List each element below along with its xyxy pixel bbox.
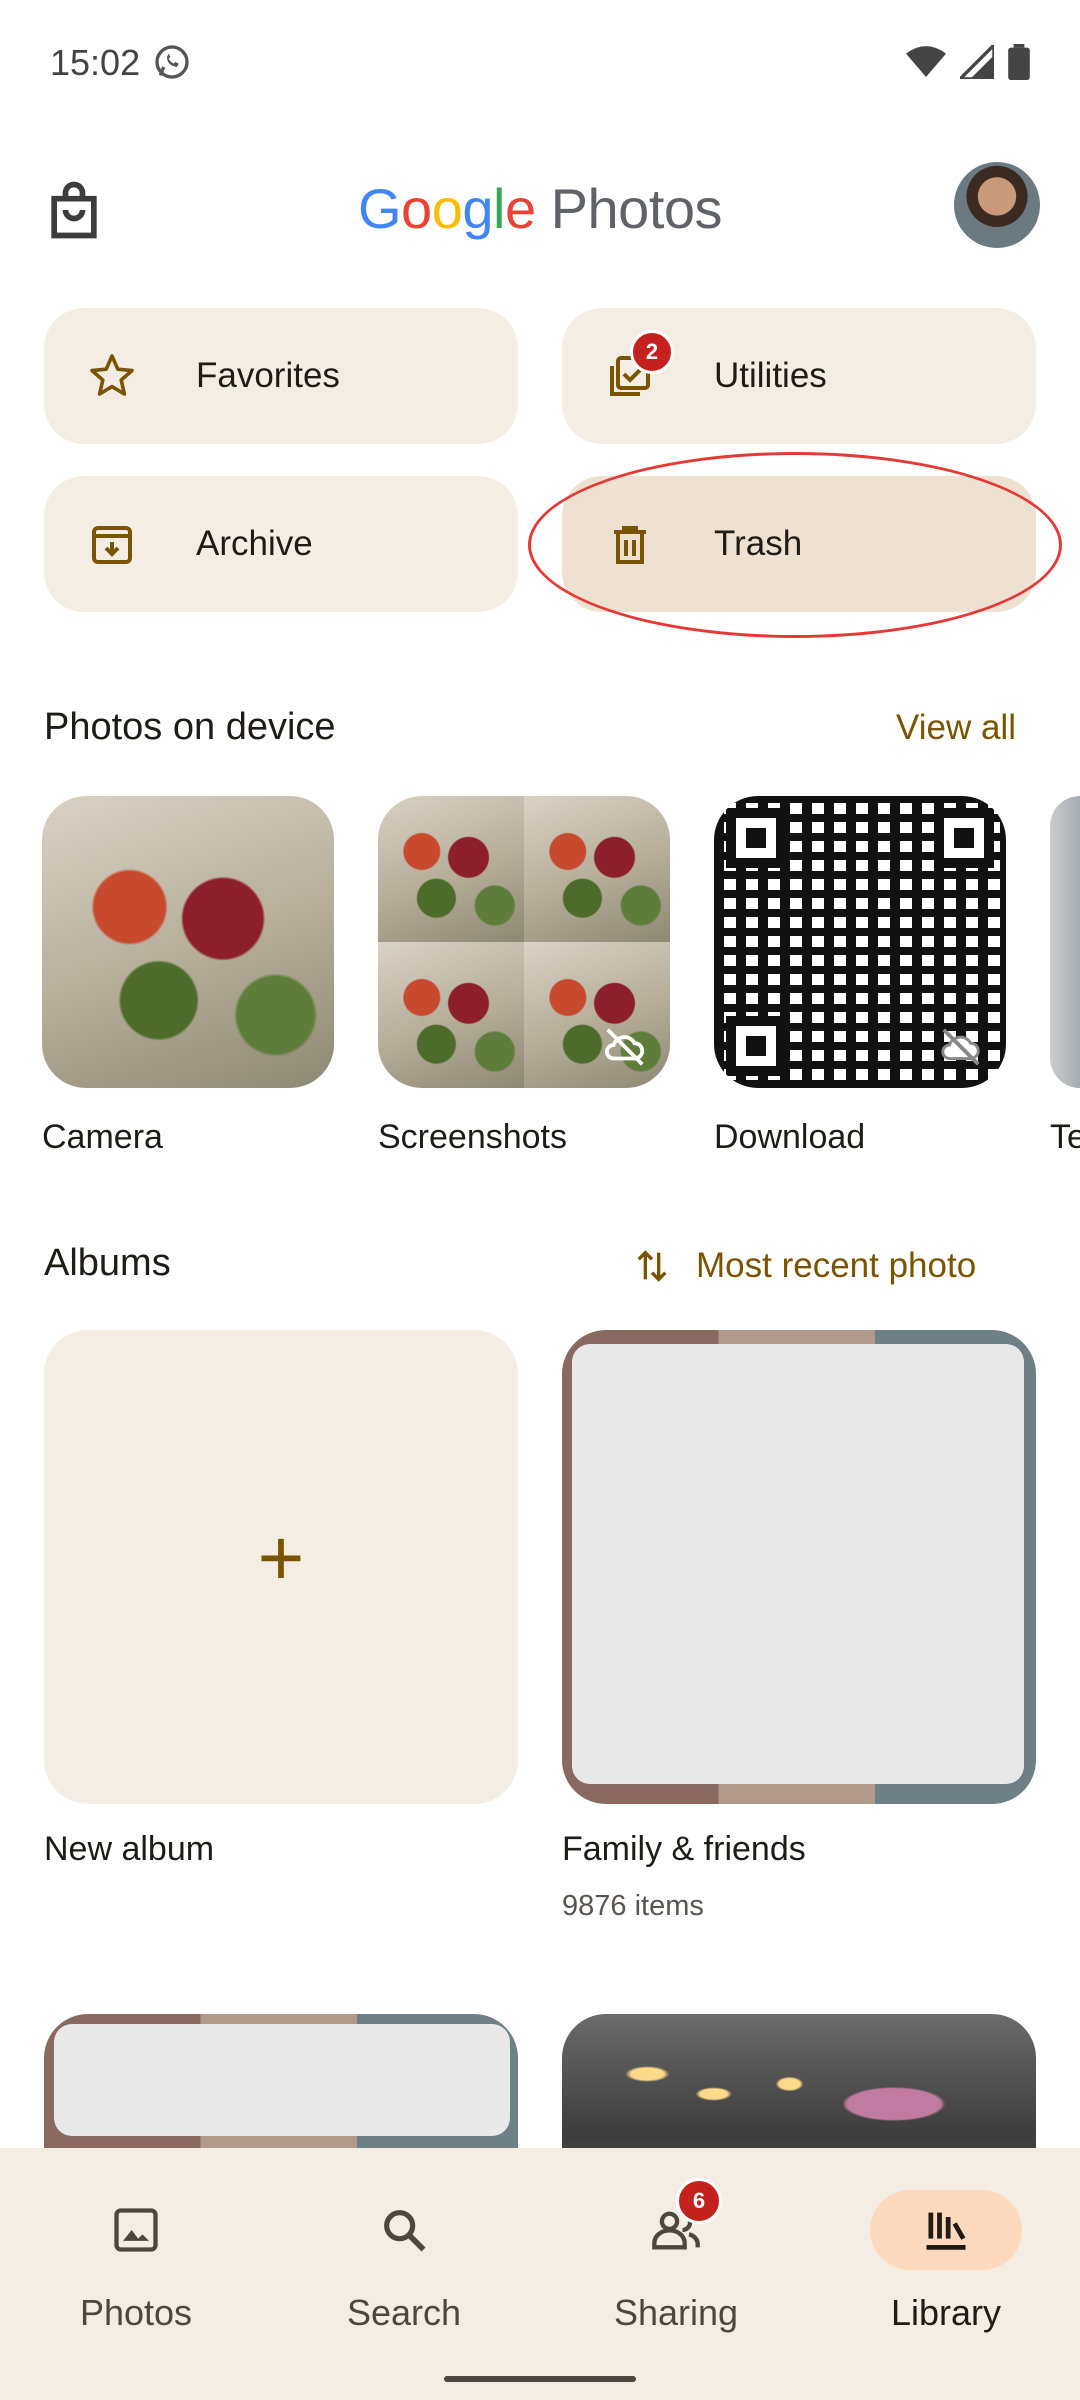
folder-screenshots-thumb[interactable] xyxy=(378,796,670,1088)
view-all-button[interactable]: View all xyxy=(896,708,1016,748)
star-icon xyxy=(90,354,134,396)
logo-letter: g xyxy=(462,177,493,240)
library-icon xyxy=(926,2212,966,2250)
home-indicator xyxy=(444,2376,636,2382)
favorites-button[interactable]: Favorites xyxy=(44,308,518,444)
sort-button[interactable]: Most recent photo xyxy=(632,1236,976,1296)
logo-product: Photos xyxy=(550,177,723,240)
plus-icon: + xyxy=(257,1513,305,1602)
archive-label: Archive xyxy=(196,524,313,563)
sort-label: Most recent photo xyxy=(696,1246,977,1285)
archive-icon xyxy=(92,526,132,564)
device-section-title: Photos on device xyxy=(44,706,336,748)
app-logo: Google Photos xyxy=(0,176,1080,241)
thumb-quad xyxy=(378,942,524,1088)
folder-screenshots-label: Screenshots xyxy=(378,1118,567,1156)
status-icons xyxy=(906,44,1030,80)
app-bar: Google Photos xyxy=(0,150,1080,270)
nav-library[interactable]: Library xyxy=(836,2168,1056,2348)
sharing-badge: 6 xyxy=(676,2178,722,2224)
trash-icon xyxy=(614,526,646,564)
folder-partial-label: Te xyxy=(1050,1118,1080,1156)
sort-arrows-icon xyxy=(637,1250,667,1282)
status-time: 15:02 xyxy=(50,42,141,83)
qr-finder xyxy=(726,808,786,868)
folder-download-thumb[interactable] xyxy=(714,796,1006,1088)
nav-sharing[interactable]: 6 Sharing xyxy=(566,2168,786,2348)
album-placeholder xyxy=(572,1344,1024,1784)
status-bar: 15:02 xyxy=(0,0,1080,120)
search-icon xyxy=(384,2210,426,2252)
trash-label: Trash xyxy=(714,524,803,563)
logo-letter: o xyxy=(401,177,432,240)
nav-library-label: Library xyxy=(890,2292,1002,2333)
wifi-icon xyxy=(906,46,946,77)
folder-download-label: Download xyxy=(714,1118,866,1156)
album-family-thumb[interactable] xyxy=(562,1330,1036,1804)
archive-button[interactable]: Archive xyxy=(44,476,518,612)
logo-letter: e xyxy=(504,177,536,240)
qr-finder xyxy=(726,1016,786,1076)
account-avatar[interactable] xyxy=(954,162,1040,248)
cloud-off-icon xyxy=(941,1028,980,1066)
battery-icon xyxy=(1008,44,1030,80)
new-album-button[interactable]: + xyxy=(44,1330,518,1804)
logo-letter: l xyxy=(493,177,505,240)
favorites-label: Favorites xyxy=(196,356,340,395)
nav-photos-label: Photos xyxy=(79,2292,193,2333)
new-album-label: New album xyxy=(44,1830,215,1868)
nav-sharing-label: Sharing xyxy=(613,2292,739,2333)
bottom-navigation: Photos Search 6 Sharing Library xyxy=(0,2148,1080,2400)
qr-finder xyxy=(934,808,994,868)
cloud-off-icon xyxy=(604,1028,645,1066)
folder-camera-label: Camera xyxy=(42,1118,163,1156)
folder-camera-thumb[interactable] xyxy=(42,796,334,1088)
photo-icon xyxy=(114,2208,158,2252)
thumb-quad xyxy=(378,796,524,942)
nav-search[interactable]: Search xyxy=(294,2168,514,2348)
logo-letter: G xyxy=(357,177,402,240)
album-family-count: 9876 items xyxy=(562,1890,704,1922)
trash-button[interactable]: Trash xyxy=(562,476,1036,612)
utilities-label: Utilities xyxy=(714,356,827,395)
album-placeholder xyxy=(54,2024,510,2136)
folder-partial-thumb[interactable] xyxy=(1050,796,1080,1088)
album-family-label: Family & friends xyxy=(562,1830,806,1868)
logo-letter: o xyxy=(431,177,463,240)
utilities-badge: 2 xyxy=(630,330,674,374)
thumb-quad xyxy=(524,942,670,1088)
albums-section-title: Albums xyxy=(44,1242,171,1284)
signal-icon xyxy=(960,45,994,79)
nav-photos[interactable]: Photos xyxy=(26,2168,246,2348)
thumb-quad xyxy=(524,796,670,942)
utilities-button[interactable]: 2 Utilities xyxy=(562,308,1036,444)
whatsapp-icon xyxy=(155,45,189,79)
nav-search-label: Search xyxy=(346,2292,462,2333)
